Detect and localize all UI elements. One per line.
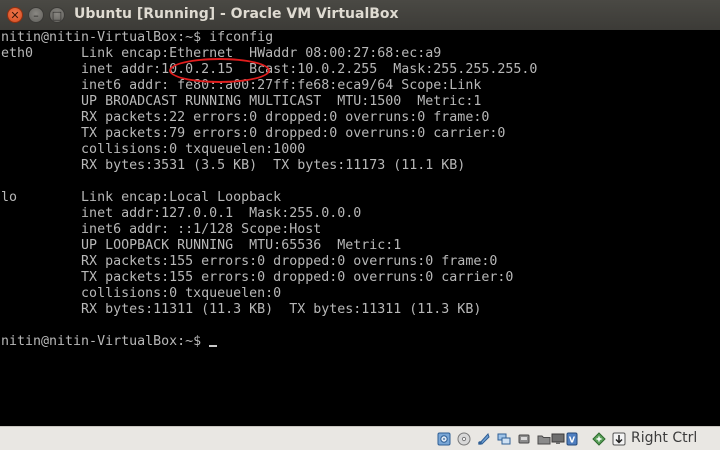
ip-address-highlight-annotation [169,58,270,83]
audio-icon[interactable] [477,431,491,445]
terminal-screen[interactable]: nitin@nitin-VirtualBox:~$ ifconfig eth0 … [0,30,720,426]
shared-folders-icon[interactable] [537,431,551,445]
terminal-line: RX bytes:3531 (3.5 KB) TX bytes:11173 (1… [1,158,466,173]
terminal-line: collisions:0 txqueuelen:0 [1,286,282,301]
window-title: Ubuntu [Running] - Oracle VM VirtualBox [74,6,399,22]
close-icon: ✕ [10,8,20,22]
mouse-integration-icon[interactable] [592,431,606,446]
display-icon[interactable] [551,431,565,445]
terminal-cursor [209,345,218,347]
terminal-line: RX packets:22 errors:0 dropped:0 overrun… [1,110,490,125]
host-key-label: Right Ctrl [631,430,698,446]
terminal-line: inet addr:127.0.0.1 Mask:255.0.0.0 [1,206,362,221]
close-button[interactable]: ✕ [7,7,23,23]
terminal-line: lo Link encap:Local Loopback [1,190,282,205]
terminal-line: collisions:0 txqueuelen:1000 [1,142,306,157]
terminal-prompt: nitin@nitin-VirtualBox:~$ [1,334,210,349]
terminal-line: UP LOOPBACK RUNNING MTU:65536 Metric:1 [1,238,402,253]
minimize-icon: – [33,8,39,22]
vm-statusbar: V Right Ctrl [0,426,720,450]
network-icon[interactable] [497,431,511,445]
maximize-button[interactable]: □ [49,7,65,23]
terminal-line: RX packets:155 errors:0 dropped:0 overru… [1,254,498,269]
host-key-arrow-icon [612,431,626,446]
terminal-input-line[interactable]: nitin@nitin-VirtualBox:~$ [1,334,218,350]
optical-drive-icon[interactable] [457,431,471,446]
terminal-line: RX bytes:11311 (11.3 KB) TX bytes:11311 … [1,302,482,317]
minimize-button[interactable]: – [28,7,44,23]
window-titlebar[interactable]: ✕ – □ Ubuntu [Running] - Oracle VM Virtu… [0,0,720,30]
terminal-line: TX packets:155 errors:0 dropped:0 overru… [1,270,514,285]
svg-text:V: V [569,436,576,445]
video-capture-icon[interactable]: V [565,431,579,446]
terminal-line: TX packets:79 errors:0 dropped:0 overrun… [1,126,506,141]
terminal-line: inet6 addr: ::1/128 Scope:Host [1,222,322,237]
usb-icon[interactable] [517,431,531,445]
terminal-line: UP BROADCAST RUNNING MULTICAST MTU:1500 … [1,94,482,109]
hard-disk-icon[interactable] [437,431,451,446]
terminal-line-prompt: nitin@nitin-VirtualBox:~$ ifconfig [1,30,274,45]
maximize-icon: □ [51,8,63,22]
